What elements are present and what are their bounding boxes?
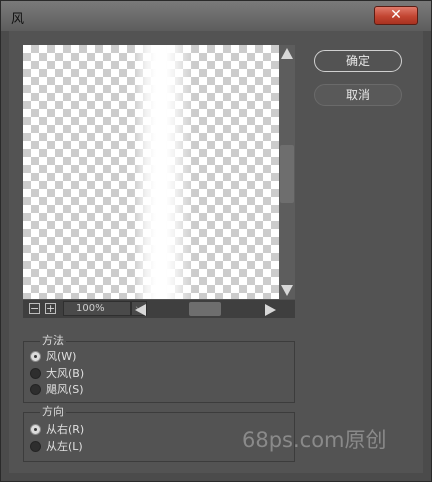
wind-streak [133, 45, 193, 299]
horizontal-scroll-thumb[interactable] [189, 302, 221, 316]
wind-filter-dialog: 风 ✕ − + 100% ⌵ 确定 取消 方法 风(W) 大风(B) 飓风(S)… [0, 0, 432, 482]
close-icon: ✕ [390, 7, 402, 23]
preview-vertical-scrollbar[interactable] [279, 45, 295, 299]
close-button[interactable]: ✕ [374, 6, 418, 25]
option-label: 大风(B) [46, 367, 85, 380]
radio-button[interactable] [30, 368, 41, 379]
arrow-left-icon[interactable] [135, 304, 146, 316]
direction-legend: 方向 [40, 405, 66, 419]
method-group: 方法 风(W) 大风(B) 飓风(S) [23, 334, 295, 403]
arrow-down-icon[interactable] [281, 285, 293, 296]
option-label: 从右(R) [46, 423, 85, 436]
dialog-title: 风 [11, 12, 25, 27]
watermark-text: 68ps.com原创 [242, 428, 387, 452]
preview-canvas[interactable] [23, 45, 279, 299]
ok-button[interactable]: 确定 [314, 50, 402, 72]
preview-toolbar: − + 100% ⌵ [23, 300, 295, 318]
radio-button[interactable] [30, 351, 41, 362]
radio-button[interactable] [30, 441, 41, 452]
option-label: 从左(L) [46, 440, 83, 453]
option-label: 风(W) [46, 350, 77, 363]
method-legend: 方法 [40, 334, 66, 348]
zoom-in-icon[interactable]: + [45, 303, 56, 314]
cancel-button[interactable]: 取消 [314, 84, 402, 106]
option-label: 飓风(S) [46, 383, 84, 396]
title-bar[interactable]: 风 ✕ [1, 1, 431, 31]
zoom-out-icon[interactable]: − [29, 303, 40, 314]
arrow-up-icon[interactable] [281, 48, 293, 59]
zoom-level-field[interactable]: 100% [63, 301, 131, 316]
radio-button[interactable] [30, 384, 41, 395]
arrow-right-icon[interactable] [265, 304, 276, 316]
radio-button[interactable] [30, 424, 41, 435]
vertical-scroll-thumb[interactable] [280, 145, 294, 203]
